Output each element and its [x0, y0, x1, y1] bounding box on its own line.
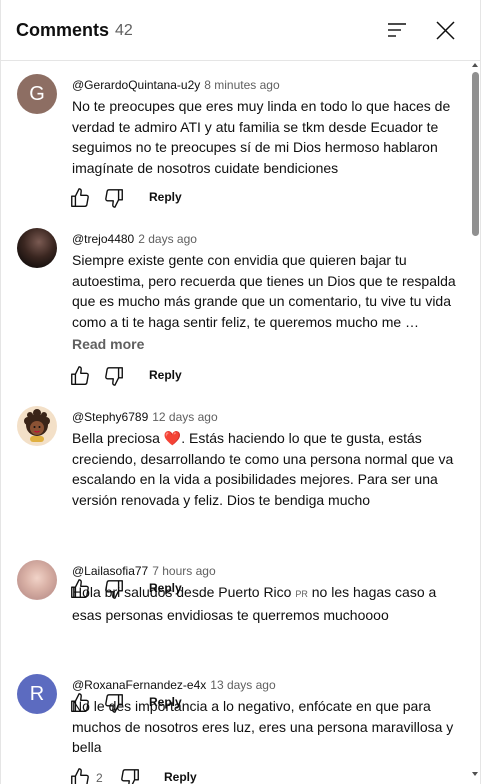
comment-time[interactable]: 7 hours ago	[152, 564, 215, 578]
avatar[interactable]	[17, 228, 57, 268]
comment-text-start: Hola bri saludos desde Puerto Rico	[72, 584, 296, 600]
comment-text: Bella preciosa ❤️. Estás haciendo lo que…	[72, 428, 457, 510]
comment-text: Siempre existe gente con envidia que qui…	[72, 252, 456, 330]
comment-author[interactable]: @RoxanaFernandez-e4x	[72, 678, 206, 692]
comment-actions: 2 Reply	[69, 767, 269, 784]
scroll-down-arrow-icon[interactable]	[472, 772, 478, 776]
comment-time[interactable]: 2 days ago	[138, 232, 197, 246]
like-count: 2	[96, 771, 103, 784]
comment-author[interactable]: @GerardoQuintana-u2y	[72, 78, 200, 92]
comments-header: Comments 42	[1, 0, 480, 61]
comment-meta: @trejo4480 2 days ago	[72, 230, 197, 248]
like-button[interactable]	[69, 365, 91, 387]
comments-count: 42	[115, 22, 133, 39]
comment-text: No te preocupes que eres muy linda en to…	[72, 98, 451, 176]
flag-icon: PR	[295, 589, 308, 599]
thumbs-down-icon	[105, 367, 123, 386]
thumbs-down-icon	[105, 189, 123, 208]
avatar-letter: R	[29, 682, 45, 705]
scroll-up-arrow-icon[interactable]	[472, 63, 478, 67]
comment-time[interactable]: 12 days ago	[152, 410, 217, 424]
thumbs-up-icon	[71, 768, 89, 784]
comment-author[interactable]: @trejo4480	[72, 232, 134, 246]
dislike-button[interactable]	[119, 767, 141, 784]
comment-actions: Reply	[69, 187, 269, 211]
sort-icon	[388, 23, 406, 37]
scrollbar-thumb[interactable]	[472, 72, 479, 236]
close-icon	[436, 21, 455, 40]
avatar[interactable]: R	[17, 674, 57, 714]
comment-list: G @GerardoQuintana-u2y 8 minutes ago No t…	[1, 61, 468, 784]
thumbs-up-icon	[71, 366, 89, 385]
reply-button[interactable]: Reply	[149, 368, 182, 382]
like-button[interactable]	[69, 767, 91, 784]
comment-meta: @RoxanaFernandez-e4x 13 days ago	[72, 676, 276, 694]
dislike-button[interactable]	[103, 187, 125, 209]
comment-time[interactable]: 13 days ago	[210, 678, 275, 692]
reply-button[interactable]: Reply	[164, 770, 197, 784]
comments-panel: Comments 42 G @GerardoQuintana-u2y 8 minu…	[0, 0, 481, 784]
comment-meta: @Stephy6789 12 days ago	[72, 408, 218, 426]
comment-text: Hola bri saludos desde Puerto Rico PR no…	[72, 582, 457, 625]
thumbs-up-icon	[71, 188, 89, 207]
comment-meta: @GerardoQuintana-u2y 8 minutes ago	[72, 76, 280, 94]
avatar[interactable]	[17, 406, 57, 446]
avatar[interactable]: G	[17, 74, 57, 114]
thumbs-down-icon	[121, 769, 139, 784]
comment-meta: @Lailasofia77 7 hours ago	[72, 562, 216, 580]
comments-title: Comments	[16, 20, 110, 40]
reply-button[interactable]: Reply	[149, 190, 182, 204]
avatar-cartoon-icon	[24, 409, 50, 442]
comment-text: No le des importancia a lo negativo, enf…	[72, 698, 454, 755]
comment-actions: Reply	[69, 365, 269, 389]
avatar-letter: G	[29, 82, 45, 105]
comment-time[interactable]: 8 minutes ago	[204, 78, 279, 92]
comment-author[interactable]: @Stephy6789	[72, 410, 148, 424]
read-more-button[interactable]: Read more	[72, 336, 144, 352]
like-button[interactable]	[69, 187, 91, 209]
sort-button[interactable]	[385, 18, 411, 44]
heart-emoji-icon: ❤️	[163, 430, 182, 446]
comment-text-start: Bella preciosa	[72, 430, 164, 446]
comment-author[interactable]: @Lailasofia77	[72, 564, 148, 578]
close-button[interactable]	[433, 18, 459, 44]
avatar[interactable]	[17, 560, 57, 600]
dislike-button[interactable]	[103, 365, 125, 387]
